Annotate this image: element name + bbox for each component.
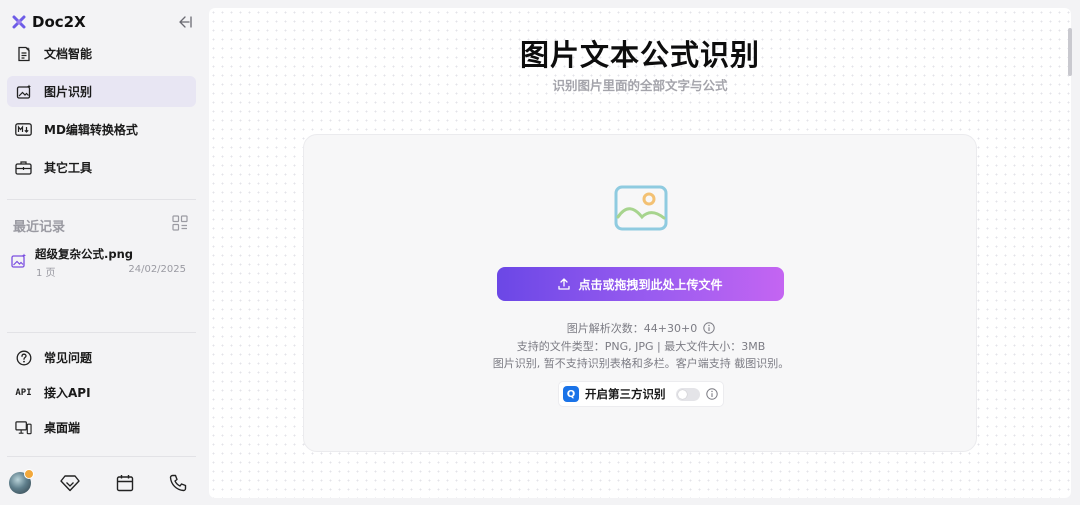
desktop-icon <box>15 419 32 436</box>
sidebar-divider <box>7 456 196 457</box>
collapse-arrow-icon <box>178 16 192 28</box>
page-subtitle: 识别图片里面的全部文字与公式 <box>552 78 728 93</box>
parse-count-row: 图片解析次数：44+30+0 <box>304 320 978 336</box>
third-party-label: 开启第三方识别 <box>585 387 666 401</box>
recent-view-toggle-button[interactable] <box>172 215 188 231</box>
nav-item-markdown-editor[interactable]: MD编辑转换格式 <box>7 114 196 145</box>
sidebar: Doc2X 文档智能 图片识别 MD编辑转换格式 其它工具 最近记录 超级复杂公… <box>0 0 204 505</box>
nav-item-desktop[interactable]: 桌面端 <box>7 412 196 443</box>
main-panel: 图片文本公式识别 识别图片里面的全部文字与公式 点击或拖拽到此处上传文件 图片解… <box>209 8 1071 498</box>
phone-icon <box>169 474 187 492</box>
avatar <box>9 469 34 494</box>
recent-records-title: 最近记录 <box>13 220 66 235</box>
document-ai-icon <box>15 45 32 62</box>
sidebar-divider <box>7 332 196 333</box>
calendar-button[interactable] <box>114 472 136 494</box>
toggle-knob <box>677 389 687 399</box>
upload-dropzone[interactable]: 点击或拖拽到此处上传文件 图片解析次数：44+30+0 支持的文件类型：PNG,… <box>303 134 977 452</box>
nav-label: 桌面端 <box>44 421 81 435</box>
help-icon <box>15 349 32 366</box>
recent-record-item[interactable]: 超级复杂公式.png 1 页 24/02/2025 <box>7 244 196 280</box>
page-title: 图片文本公式识别 <box>519 38 760 72</box>
sidebar-footer <box>0 466 204 500</box>
api-icon: API <box>15 384 32 401</box>
file-types-text: 支持的文件类型：PNG, JPG | 最大文件大小：3MB <box>516 340 766 353</box>
image-file-icon <box>11 253 26 268</box>
contact-button[interactable] <box>167 472 189 494</box>
recognition-notice-text: 图片识别, 暂不支持识别表格和多栏。客户端支持 截图识别。 <box>492 357 790 370</box>
parse-count-text: 图片解析次数：44+30+0 <box>566 322 698 335</box>
scrollbar-thumb[interactable] <box>1068 28 1072 76</box>
nav-label: MD编辑转换格式 <box>44 123 138 137</box>
diamond-icon <box>60 475 80 492</box>
recent-record-pages: 1 页 <box>36 268 56 279</box>
nav-label: 接入API <box>44 386 91 400</box>
third-party-toggle[interactable] <box>675 387 700 401</box>
grid-icon <box>172 215 188 231</box>
api-glyph: API <box>15 387 32 398</box>
recent-record-date: 24/02/2025 <box>128 264 186 275</box>
upload-button-label: 点击或拖拽到此处上传文件 <box>578 277 723 292</box>
recent-record-name: 超级复杂公式.png <box>35 247 134 261</box>
nav-label: 图片识别 <box>44 85 93 99</box>
upload-file-button[interactable]: 点击或拖拽到此处上传文件 <box>497 267 784 301</box>
nav-item-api[interactable]: API 接入API <box>7 377 196 408</box>
toolbox-icon <box>15 159 32 176</box>
nav-item-other-tools[interactable]: 其它工具 <box>7 152 196 183</box>
vip-badge-icon <box>24 469 34 479</box>
nav-label: 文档智能 <box>44 47 93 61</box>
user-avatar[interactable] <box>9 469 34 494</box>
brand-name: Doc2X <box>32 13 86 31</box>
markdown-icon <box>15 121 32 138</box>
brand[interactable]: Doc2X <box>12 12 86 32</box>
collapse-sidebar-button[interactable] <box>175 14 193 30</box>
nav-label: 其它工具 <box>44 161 93 175</box>
sidebar-divider <box>7 199 196 200</box>
nav-item-faq[interactable]: 常见问题 <box>7 342 196 373</box>
third-party-recognition-option: Q 开启第三方识别 <box>558 381 724 407</box>
doc2x-logo-icon <box>12 15 26 29</box>
scrollbar[interactable] <box>1066 8 1072 498</box>
third-party-logo-icon: Q <box>563 386 579 402</box>
info-icon[interactable] <box>703 322 715 334</box>
nav-item-image-recognition[interactable]: 图片识别 <box>7 76 196 107</box>
info-icon[interactable] <box>705 388 718 400</box>
calendar-icon <box>116 475 134 492</box>
image-placeholder-icon <box>614 185 668 231</box>
image-recognition-icon <box>15 83 32 100</box>
nav-item-document-ai[interactable]: 文档智能 <box>7 38 196 69</box>
membership-button[interactable] <box>59 472 81 494</box>
nav-label: 常见问题 <box>44 351 93 365</box>
upload-icon <box>558 278 571 290</box>
